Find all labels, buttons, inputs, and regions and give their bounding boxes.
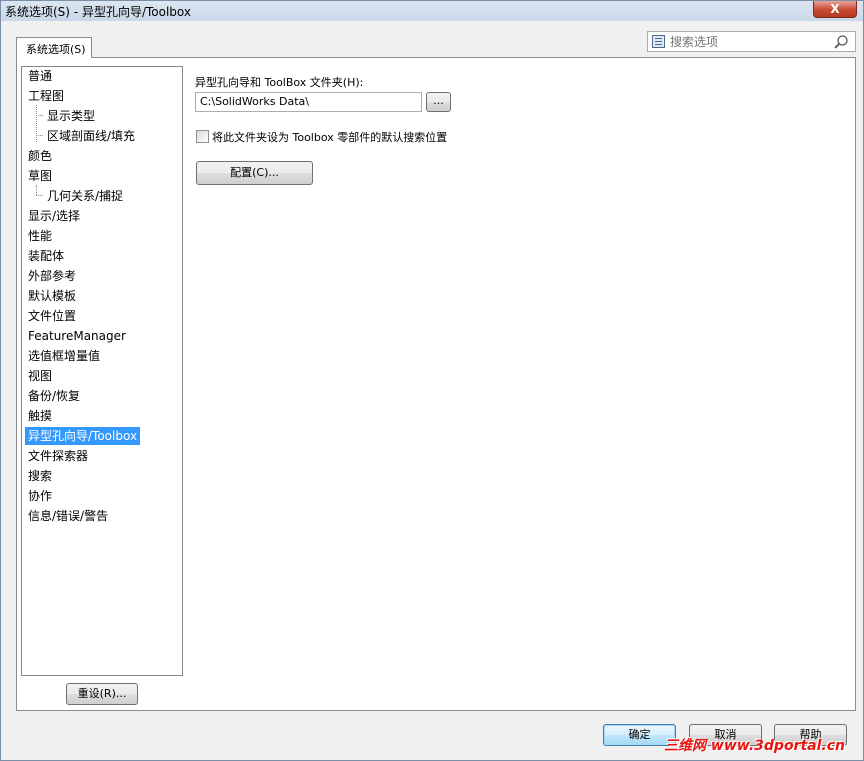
- tree-item-sketch[interactable]: 草图: [27, 167, 53, 185]
- close-button[interactable]: X: [813, 1, 857, 18]
- tree-connector: [36, 115, 43, 116]
- tree-item-file-explorer[interactable]: 文件探索器: [27, 447, 89, 465]
- folder-label: 异型孔向导和 ToolBox 文件夹(H):: [195, 76, 364, 89]
- tree-item-search[interactable]: 搜索: [27, 467, 53, 485]
- tree-item-view[interactable]: 视图: [27, 367, 53, 385]
- window-title: 系统选项(S) - 异型孔向导/Toolbox: [5, 5, 191, 19]
- tree-connector: [36, 105, 37, 142]
- tree-item-display-selection[interactable]: 显示/选择: [27, 207, 81, 225]
- default-search-location-checkbox[interactable]: [196, 130, 209, 143]
- tree-item-messages-errors-warnings[interactable]: 信息/错误/警告: [27, 507, 109, 525]
- tree-item-performance[interactable]: 性能: [27, 227, 53, 245]
- tree-item-relations-snaps[interactable]: 几何关系/捕捉: [46, 187, 124, 205]
- tree-item-general[interactable]: 普通: [27, 67, 53, 85]
- browse-button[interactable]: ...: [426, 92, 451, 112]
- folder-path-field[interactable]: C:\SolidWorks Data\: [195, 92, 422, 112]
- tree-item-colors[interactable]: 颜色: [27, 147, 53, 165]
- tree-item-spin-box-increments[interactable]: 选值框增量值: [27, 347, 101, 365]
- tree-item-collaboration[interactable]: 协作: [27, 487, 53, 505]
- reset-button[interactable]: 重设(R)...: [66, 683, 138, 705]
- title-bar[interactable]: 系统选项(S) - 异型孔向导/Toolbox X: [1, 1, 863, 21]
- tree-item-display-style[interactable]: 显示类型: [46, 107, 96, 125]
- tree-item-touch[interactable]: 触摸: [27, 407, 53, 425]
- checkbox-label: 将此文件夹设为 Toolbox 零部件的默认搜索位置: [212, 131, 448, 144]
- tree-item-assemblies[interactable]: 装配体: [27, 247, 65, 265]
- tree-item-external-references[interactable]: 外部参考: [27, 267, 77, 285]
- tree-item-area-hatch-fill[interactable]: 区域剖面线/填充: [46, 127, 136, 145]
- system-options-dialog: 系统选项(S) - 异型孔向导/Toolbox X 系统选项(S) 普通 工程图…: [0, 0, 864, 761]
- tree-item-default-templates[interactable]: 默认模板: [27, 287, 77, 305]
- tree-item-featuremanager[interactable]: FeatureManager: [27, 327, 127, 345]
- configure-button[interactable]: 配置(C)...: [196, 161, 313, 185]
- search-options-box[interactable]: [647, 31, 856, 52]
- tree-connector: [36, 135, 43, 136]
- tree-connector: [36, 185, 37, 195]
- tab-label: 系统选项(S): [26, 43, 86, 56]
- tree-item-backup-recover[interactable]: 备份/恢复: [27, 387, 81, 405]
- tree-item-hole-wizard-toolbox[interactable]: 异型孔向导/Toolbox: [25, 427, 141, 445]
- search-input[interactable]: [670, 34, 830, 49]
- search-icon[interactable]: [833, 34, 849, 50]
- options-tree[interactable]: 普通 工程图 显示类型 区域剖面线/填充 颜色 草图 几何关系/捕捉 显示/选择…: [21, 66, 183, 676]
- watermark: 三维网 www.3dportal.cn: [664, 738, 845, 754]
- tree-connector: [36, 195, 43, 196]
- tree-item-file-locations[interactable]: 文件位置: [27, 307, 77, 325]
- list-icon: [652, 35, 665, 48]
- tab-system-options[interactable]: 系统选项(S): [16, 37, 92, 58]
- tree-item-drawings[interactable]: 工程图: [27, 87, 65, 105]
